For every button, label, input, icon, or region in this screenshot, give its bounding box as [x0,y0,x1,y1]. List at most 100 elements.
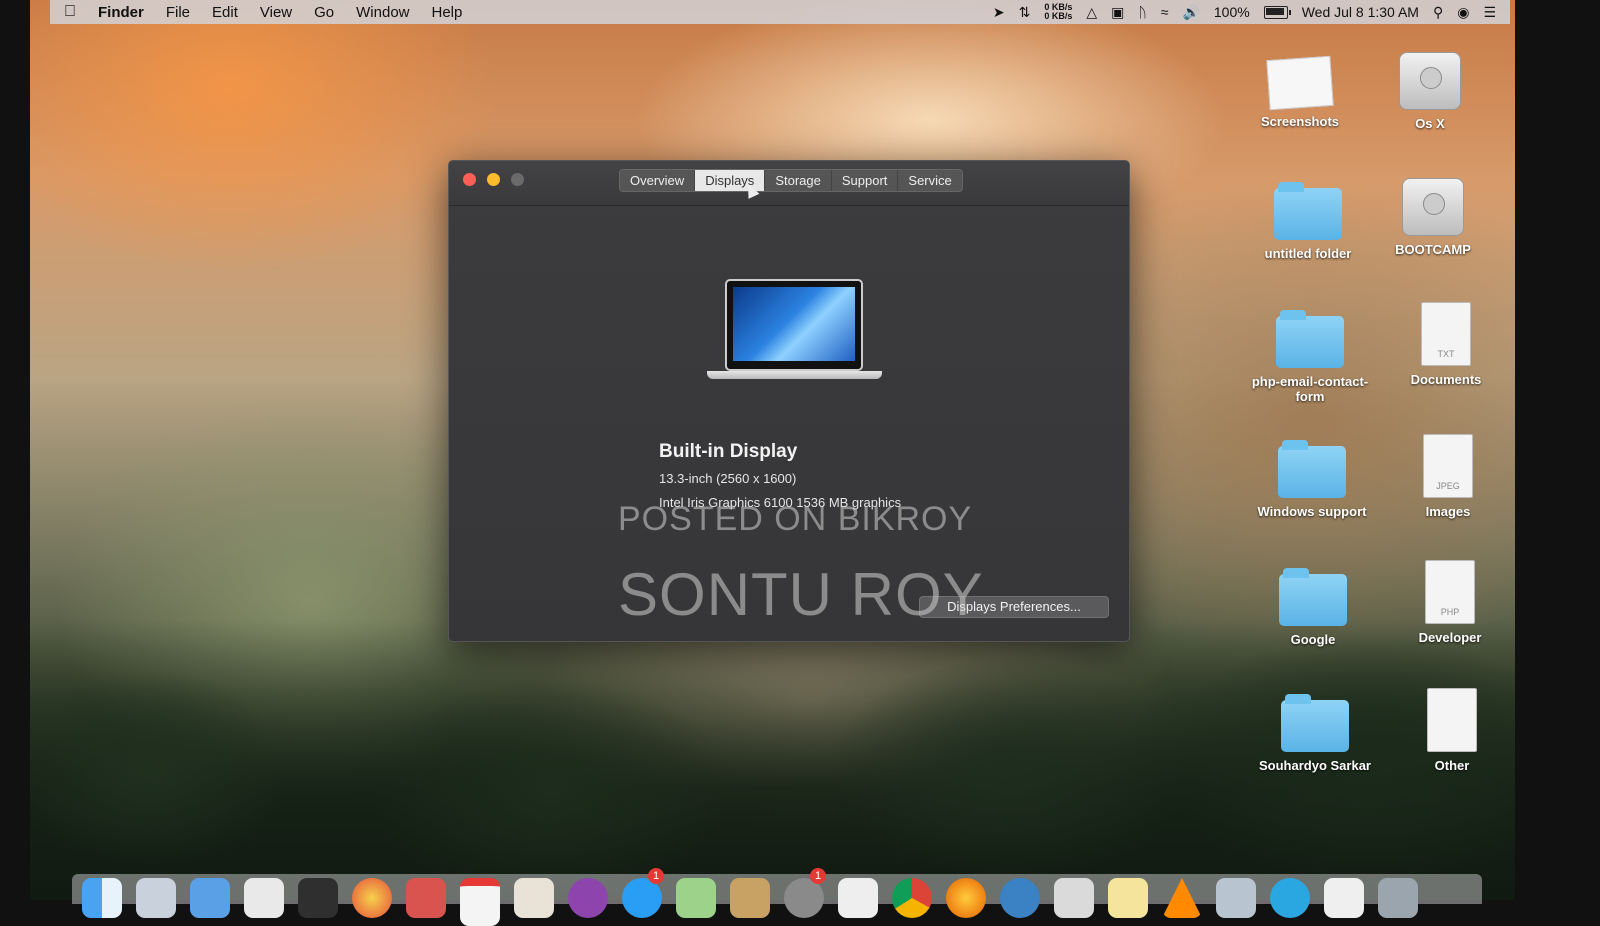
hard-disk-icon [1402,178,1464,236]
desktop-icon-label: php-email-contact-form [1251,374,1369,404]
menu-bar-right: ➤ ⇅ 0 KB/s 0 KB/s △ ▣ ᚢ ≈ 🔊 100% Wed Jul… [993,3,1496,21]
watermark-name: SONTU ROY [618,561,984,628]
window-controls [463,173,524,186]
documents-stack-icon[interactable] [1324,878,1364,918]
notification-center-icon[interactable]: ☰ [1483,4,1496,21]
menu-window[interactable]: Window [356,4,409,21]
desktop-icon-label: untitled folder [1264,246,1352,261]
stickies-icon[interactable] [1108,878,1148,918]
network-rate[interactable]: 0 KB/s 0 KB/s [1044,3,1072,21]
menu-view[interactable]: View [260,4,292,21]
desktop-icon-bootcamp[interactable]: BOOTCAMP [1373,178,1493,257]
system-preferences-icon[interactable]: 1 [784,868,826,918]
laptop-base [707,371,882,379]
app-store-icon[interactable]: 1 [622,868,664,918]
photo-booth-icon[interactable] [406,878,446,918]
hard-disk-icon [1399,52,1461,110]
menu-bar:  Finder File Edit View Go Window Help ➤… [50,0,1510,24]
file-extension: PHP [1440,607,1460,617]
maps-icon[interactable] [676,878,716,918]
desktop-icon-label: Images [1425,504,1471,519]
tab-service[interactable]: Service [898,170,961,191]
menu-go[interactable]: Go [314,4,334,21]
image-document-icon: JPEG [1423,434,1473,498]
folder-icon [1276,310,1344,368]
browser-icon[interactable] [1000,878,1040,918]
system-preferences-badge: 1 [810,868,826,884]
battery-percent[interactable]: 100% [1214,4,1250,20]
downloads-stack-icon[interactable] [1216,878,1256,918]
podcasts-icon[interactable] [568,878,608,918]
desktop-icon-label: Screenshots [1260,114,1340,129]
volume-icon[interactable]: 🔊 [1182,4,1199,21]
user-icon[interactable]: △ [1086,4,1097,21]
finder-icon[interactable] [82,878,122,918]
desktop-icon-screenshots[interactable]: Screenshots [1240,55,1360,129]
spotlight-search-icon[interactable]: ⚲ [1433,4,1443,21]
image-file-icon [1266,55,1334,111]
display-name: Built-in Display [659,441,798,462]
location-icon[interactable]: ➤ [993,4,1005,21]
desktop-icon-windows-support[interactable]: Windows support [1252,440,1372,519]
apple-logo-icon[interactable]:  [64,3,76,21]
siri-icon[interactable]: ◉ [1457,4,1469,21]
laptop-screen [725,279,863,371]
calendar-icon[interactable] [460,878,500,926]
notes-icon[interactable] [514,878,554,918]
clock[interactable]: Wed Jul 8 1:30 AM [1302,4,1419,20]
desktop-icon-google[interactable]: Google [1253,568,1373,647]
desktop-icon-other[interactable]: Other [1392,688,1512,773]
wifi-icon[interactable]: ≈ [1161,4,1169,20]
tab-overview[interactable]: Overview [620,170,696,191]
desktop-icon-souhardyo-sarkar[interactable]: Souhardyo Sarkar [1255,694,1375,773]
firefox-icon[interactable] [946,878,986,918]
desktop-icon-documents[interactable]: TXT Documents [1386,302,1506,387]
network-down: 0 KB/s [1044,11,1073,21]
desktop-icon-developer[interactable]: PHP Developer [1390,560,1510,645]
desktop-icon-label: BOOTCAMP [1395,242,1471,257]
folder-icon [1278,440,1346,498]
desktop-icon-untitled-folder[interactable]: untitled folder [1248,182,1368,261]
telegram-icon[interactable] [1270,878,1310,918]
desktop-icon-label: Developer [1418,630,1482,645]
watermark-posted: POSTED ON BIKROY [618,500,973,538]
contacts-icon[interactable] [244,878,284,918]
display-icon[interactable]: ▣ [1111,4,1124,21]
desktop-icon-osx[interactable]: Os X [1370,52,1490,131]
desktop-icon-label: Windows support [1257,504,1367,519]
code-document-icon: PHP [1425,560,1475,624]
zoom-button[interactable] [511,173,524,186]
help-icon[interactable] [838,878,878,918]
menu-help[interactable]: Help [432,4,463,21]
tab-support[interactable]: Support [832,170,899,191]
folder-icon [1279,568,1347,626]
photos-icon[interactable] [352,878,392,918]
menu-file[interactable]: File [166,4,190,21]
sync-icon[interactable]: ⇅ [1019,4,1031,21]
chrome-icon[interactable] [892,878,932,918]
bluetooth-icon[interactable]: ᚢ [1138,4,1146,20]
ibooks-icon[interactable] [730,878,770,918]
vlc-icon[interactable] [1162,878,1202,918]
display-size: 13.3-inch (2560 x 1600) [659,471,797,486]
terminal-icon[interactable] [298,878,338,918]
launchpad-icon[interactable] [136,878,176,918]
desktop-icon-php-email-contact-form[interactable]: php-email-contact-form [1250,310,1370,404]
desktop-icon-images[interactable]: JPEG Images [1388,434,1508,519]
laptop-wallpaper [733,287,855,361]
window-titlebar[interactable]: Overview Displays Storage Support Servic… [449,161,1129,206]
close-button[interactable] [463,173,476,186]
battery-fill [1265,7,1284,15]
tab-storage[interactable]: Storage [765,170,832,191]
menu-app-name[interactable]: Finder [98,4,144,21]
desktop-icon-label: Documents [1410,372,1482,387]
tab-bar: Overview Displays Storage Support Servic… [619,169,963,192]
text-document-icon: TXT [1421,302,1471,366]
menu-edit[interactable]: Edit [212,4,238,21]
minimize-button[interactable] [487,173,500,186]
trash-icon[interactable] [1378,878,1418,918]
image-capture-icon[interactable] [1054,878,1094,918]
battery-icon[interactable] [1263,5,1291,19]
preview-icon[interactable] [190,878,230,918]
file-extension: JPEG [1436,481,1460,491]
